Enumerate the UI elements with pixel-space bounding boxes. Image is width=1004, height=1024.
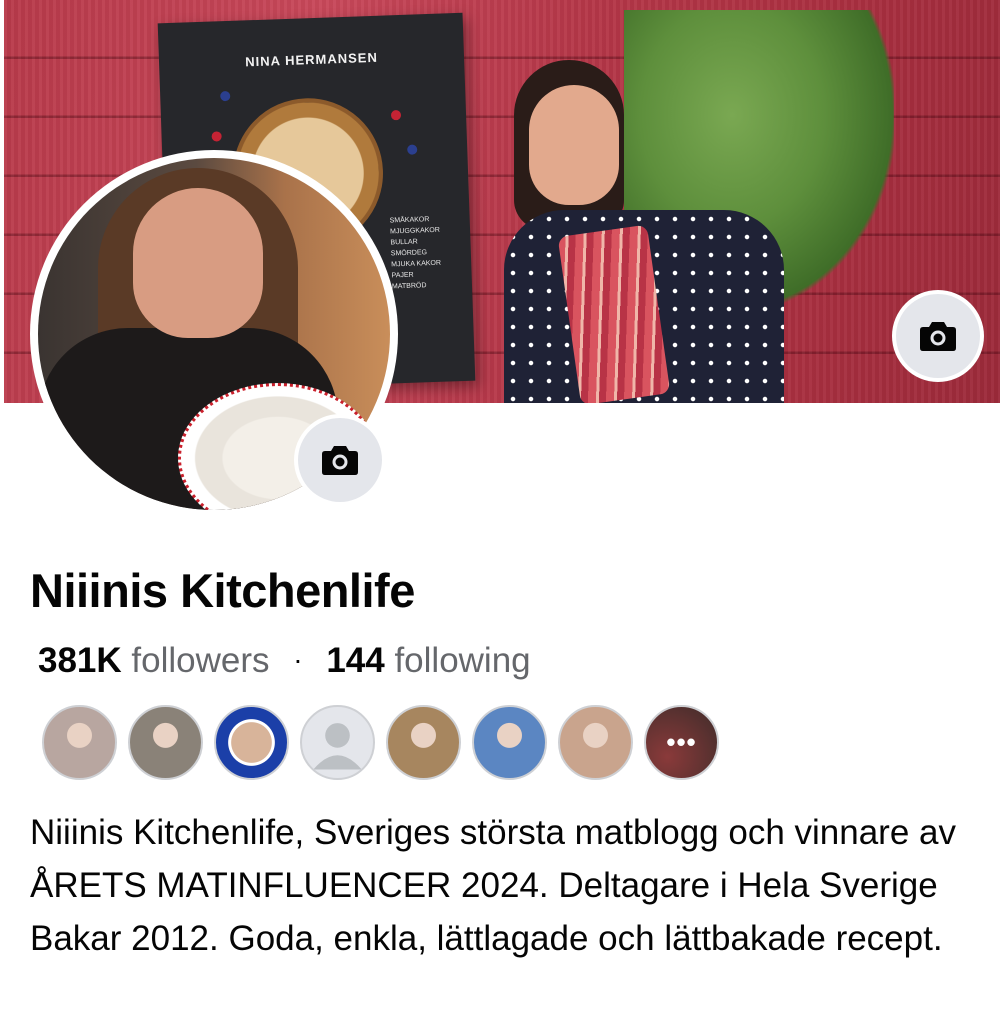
berry [211, 131, 222, 142]
camera-icon [920, 322, 956, 351]
book-author: NINA HERMANSEN [244, 49, 379, 70]
book-contents: SMÅKAKOR MJUGGKAKOR BULLAR SMÖRDEG MJUKA… [390, 214, 442, 293]
berry [390, 110, 402, 121]
profile-name: Niiinis Kitchenlife [30, 564, 415, 617]
followers-link[interactable]: 381K followers [38, 641, 279, 680]
following-label: following [394, 641, 531, 680]
following-count: 144 [326, 641, 385, 680]
berry [407, 144, 418, 155]
edit-cover-photo-button[interactable] [892, 290, 984, 382]
follower-avatar[interactable] [128, 705, 203, 780]
follower-avatar[interactable] [558, 705, 633, 780]
follow-stats: 381K followers · 144 following [38, 641, 531, 681]
profile-bio: Niiinis Kitchenlife, Sveriges största ma… [30, 813, 956, 958]
followers-label: followers [131, 641, 270, 680]
camera-icon [322, 446, 358, 475]
follower-avatar[interactable] [472, 705, 547, 780]
edit-profile-picture-button[interactable] [294, 414, 386, 506]
button-surface [896, 294, 980, 378]
berry [220, 90, 231, 102]
book-list-item: MJUGGKAKOR [389, 226, 440, 236]
follower-avatar[interactable] [386, 705, 461, 780]
follower-avatar[interactable] [42, 705, 117, 780]
face [529, 85, 619, 205]
button-surface [298, 418, 382, 502]
followers-count: 381K [38, 641, 122, 680]
more-followers-button[interactable]: ••• [644, 705, 719, 780]
follower-avatar[interactable] [300, 705, 375, 780]
book-list-item: MATBRÖD [391, 282, 427, 291]
follower-avatar[interactable] [214, 705, 289, 780]
more-dots-icon: ••• [666, 727, 697, 757]
face [133, 188, 263, 338]
following-link[interactable]: 144 following [326, 641, 530, 680]
mutual-followers-row: ••• [42, 705, 719, 780]
default-person-icon [313, 723, 362, 770]
separator-dot: · [293, 644, 303, 675]
book-list-item: MJUKA KAKOR [391, 259, 442, 269]
